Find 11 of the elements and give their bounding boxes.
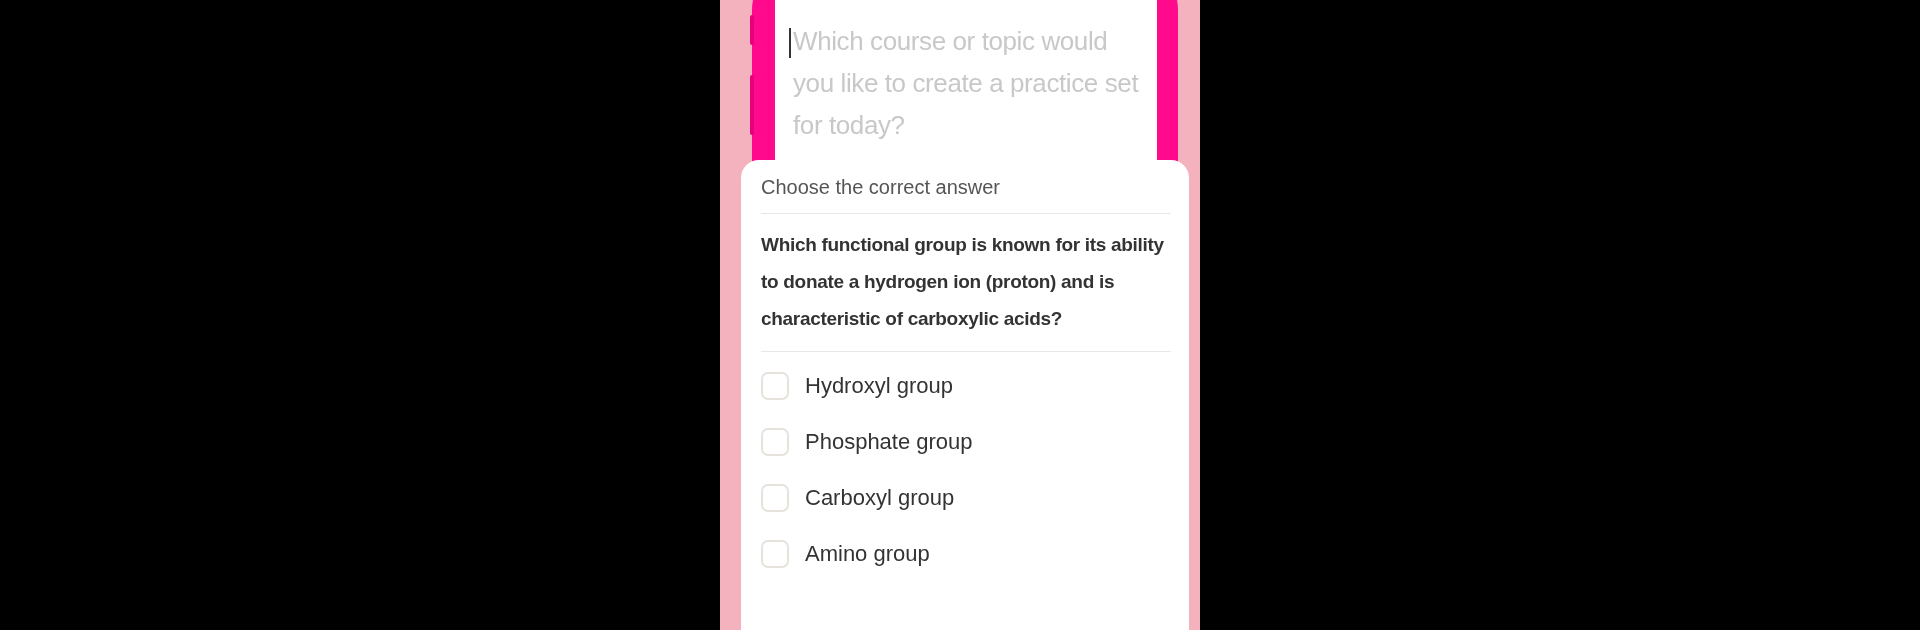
option-label[interactable]: Amino group [805,541,930,567]
question-text: Which functional group is known for its ability to donate a hydrogen ion (proton) and is characteristic of carboxylic acids? [761,214,1171,352]
checkbox[interactable] [761,484,789,512]
checkbox[interactable] [761,428,789,456]
checkbox[interactable] [761,372,789,400]
text-cursor [789,28,791,58]
option-label[interactable]: Carboxyl group [805,485,955,511]
option-label[interactable]: Hydroxyl group [805,373,953,399]
checkbox[interactable] [761,540,789,568]
option-label[interactable]: Phosphate group [805,429,973,455]
instruction-text: Choose the correct answer [761,176,1171,214]
